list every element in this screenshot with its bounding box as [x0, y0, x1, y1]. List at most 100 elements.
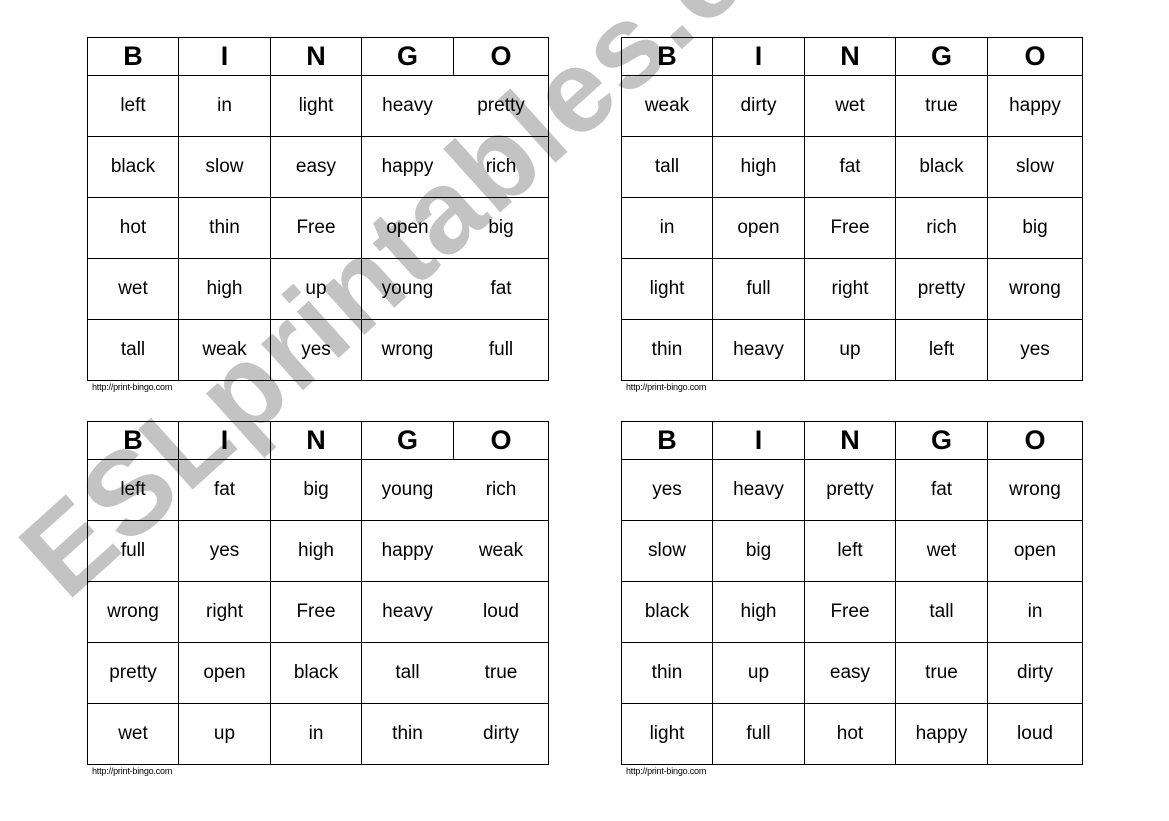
bingo-cell: pretty	[453, 75, 549, 137]
bingo-row: slow big left wet open	[621, 520, 1083, 582]
bingo-cell: fat	[178, 459, 271, 521]
bingo-cell: loud	[987, 703, 1083, 765]
bingo-cell: wrong	[987, 459, 1083, 521]
bingo-cell: full	[453, 319, 549, 381]
bingo-row: wrong right Free heavy loud	[87, 581, 549, 643]
bingo-card: B I N G Oweak dirty wet true happy tall high fat bla…	[621, 37, 1083, 392]
bingo-cell: pretty	[87, 642, 179, 704]
bingo-cell: black	[895, 136, 988, 198]
credit-link: http://print-bingo.com	[92, 766, 173, 776]
bingo-cell: big	[712, 520, 805, 582]
bingo-cell: open	[987, 520, 1083, 582]
bingo-cell: wet	[87, 703, 179, 765]
bingo-cell: yes	[621, 459, 713, 521]
bingo-cell: Free	[804, 197, 896, 259]
bingo-cell: right	[178, 581, 271, 643]
bingo-row: left in light heavy pretty	[87, 75, 549, 137]
bingo-cell: hot	[804, 703, 896, 765]
bingo-card: B I N G Oleft in light heavy pretty black slow easy…	[87, 37, 549, 392]
bingo-row: light full right pretty wrong	[621, 258, 1083, 320]
bingo-cell: true	[453, 642, 549, 704]
bingo-cell: happy	[987, 75, 1083, 137]
bingo-cell: happy	[895, 703, 988, 765]
bingo-cell: slow	[621, 520, 713, 582]
bingo-cell: big	[987, 197, 1083, 259]
bingo-header-row: BINGO	[87, 421, 549, 460]
bingo-row: tall high fat black slow	[621, 136, 1083, 198]
bingo-cell: in	[270, 703, 362, 765]
bingo-header-letter: O	[987, 421, 1083, 460]
bingo-row: thin heavy up left yes	[621, 319, 1083, 381]
bingo-cell: thin	[621, 642, 713, 704]
bingo-cell: slow	[987, 136, 1083, 198]
bingo-cell: easy	[270, 136, 362, 198]
bingo-cell: rich	[453, 136, 549, 198]
bingo-cell: tall	[895, 581, 988, 643]
bingo-cell: high	[178, 258, 271, 320]
bingo-cell: high	[712, 581, 805, 643]
bingo-header-row: BINGO	[87, 37, 549, 76]
bingo-header-letter: I	[712, 421, 805, 460]
bingo-cell: left	[87, 459, 179, 521]
bingo-header-letter: G	[895, 421, 988, 460]
bingo-cell: black	[87, 136, 179, 198]
bingo-row: hot thin Free open big	[87, 197, 549, 259]
bingo-cell: black	[270, 642, 362, 704]
bingo-cell: light	[270, 75, 362, 137]
bingo-cell: high	[712, 136, 805, 198]
bingo-cell: slow	[178, 136, 271, 198]
bingo-cell: wrong	[987, 258, 1083, 320]
bingo-header-letter: I	[178, 37, 271, 76]
bingo-cell: yes	[178, 520, 271, 582]
bingo-cell: wrong	[361, 319, 454, 381]
bingo-cell: wet	[895, 520, 988, 582]
bingo-cell: hot	[87, 197, 179, 259]
credit-link: http://print-bingo.com	[92, 382, 173, 392]
bingo-header-letter: G	[361, 37, 454, 76]
bingo-header-letter: B	[87, 37, 179, 76]
bingo-header-letter: B	[621, 421, 713, 460]
bingo-cell: weak	[621, 75, 713, 137]
bingo-cell: yes	[987, 319, 1083, 381]
bingo-cell: young	[361, 258, 454, 320]
bingo-cell: heavy	[712, 459, 805, 521]
bingo-grid: B I N G Oleft in light heavy pretty black slow easy…	[87, 37, 549, 381]
bingo-cell: up	[270, 258, 362, 320]
bingo-card: B I N G Oyes heavy pretty fat wrong slow big left we…	[621, 421, 1083, 776]
bingo-header-letter: O	[453, 421, 549, 460]
bingo-cell: tall	[621, 136, 713, 198]
bingo-cell: wet	[87, 258, 179, 320]
bingo-cell: fat	[453, 258, 549, 320]
bingo-header-letter: N	[270, 421, 362, 460]
bingo-card: B I N G Oleft fat big young rich full yes high happy…	[87, 421, 549, 776]
bingo-header-letter: O	[453, 37, 549, 76]
bingo-cell: left	[895, 319, 988, 381]
bingo-header-row: BINGO	[621, 421, 1083, 460]
bingo-row: thin up easy true dirty	[621, 642, 1083, 704]
bingo-header-letter: I	[712, 37, 805, 76]
bingo-cell: easy	[804, 642, 896, 704]
bingo-header-letter: N	[804, 37, 896, 76]
bingo-cell: thin	[361, 703, 454, 765]
bingo-cell: dirty	[453, 703, 549, 765]
credit-link: http://print-bingo.com	[626, 382, 707, 392]
bingo-cell: Free	[804, 581, 896, 643]
bingo-cell: Free	[270, 197, 362, 259]
bingo-cell: thin	[621, 319, 713, 381]
bingo-cell: thin	[178, 197, 271, 259]
bingo-grid: B I N G Oweak dirty wet true happy tall high fat bla…	[621, 37, 1083, 381]
bingo-cell: black	[621, 581, 713, 643]
bingo-cell: big	[453, 197, 549, 259]
bingo-header-letter: N	[804, 421, 896, 460]
bingo-cell: true	[895, 75, 988, 137]
bingo-row: wet high up young fat	[87, 258, 549, 320]
bingo-header-letter: B	[621, 37, 713, 76]
bingo-cell: heavy	[712, 319, 805, 381]
bingo-cell: right	[804, 258, 896, 320]
bingo-header-letter: G	[895, 37, 988, 76]
bingo-row: weak dirty wet true happy	[621, 75, 1083, 137]
bingo-cell: fat	[895, 459, 988, 521]
bingo-cell: left	[87, 75, 179, 137]
bingo-cell: light	[621, 258, 713, 320]
bingo-cell: wrong	[87, 581, 179, 643]
